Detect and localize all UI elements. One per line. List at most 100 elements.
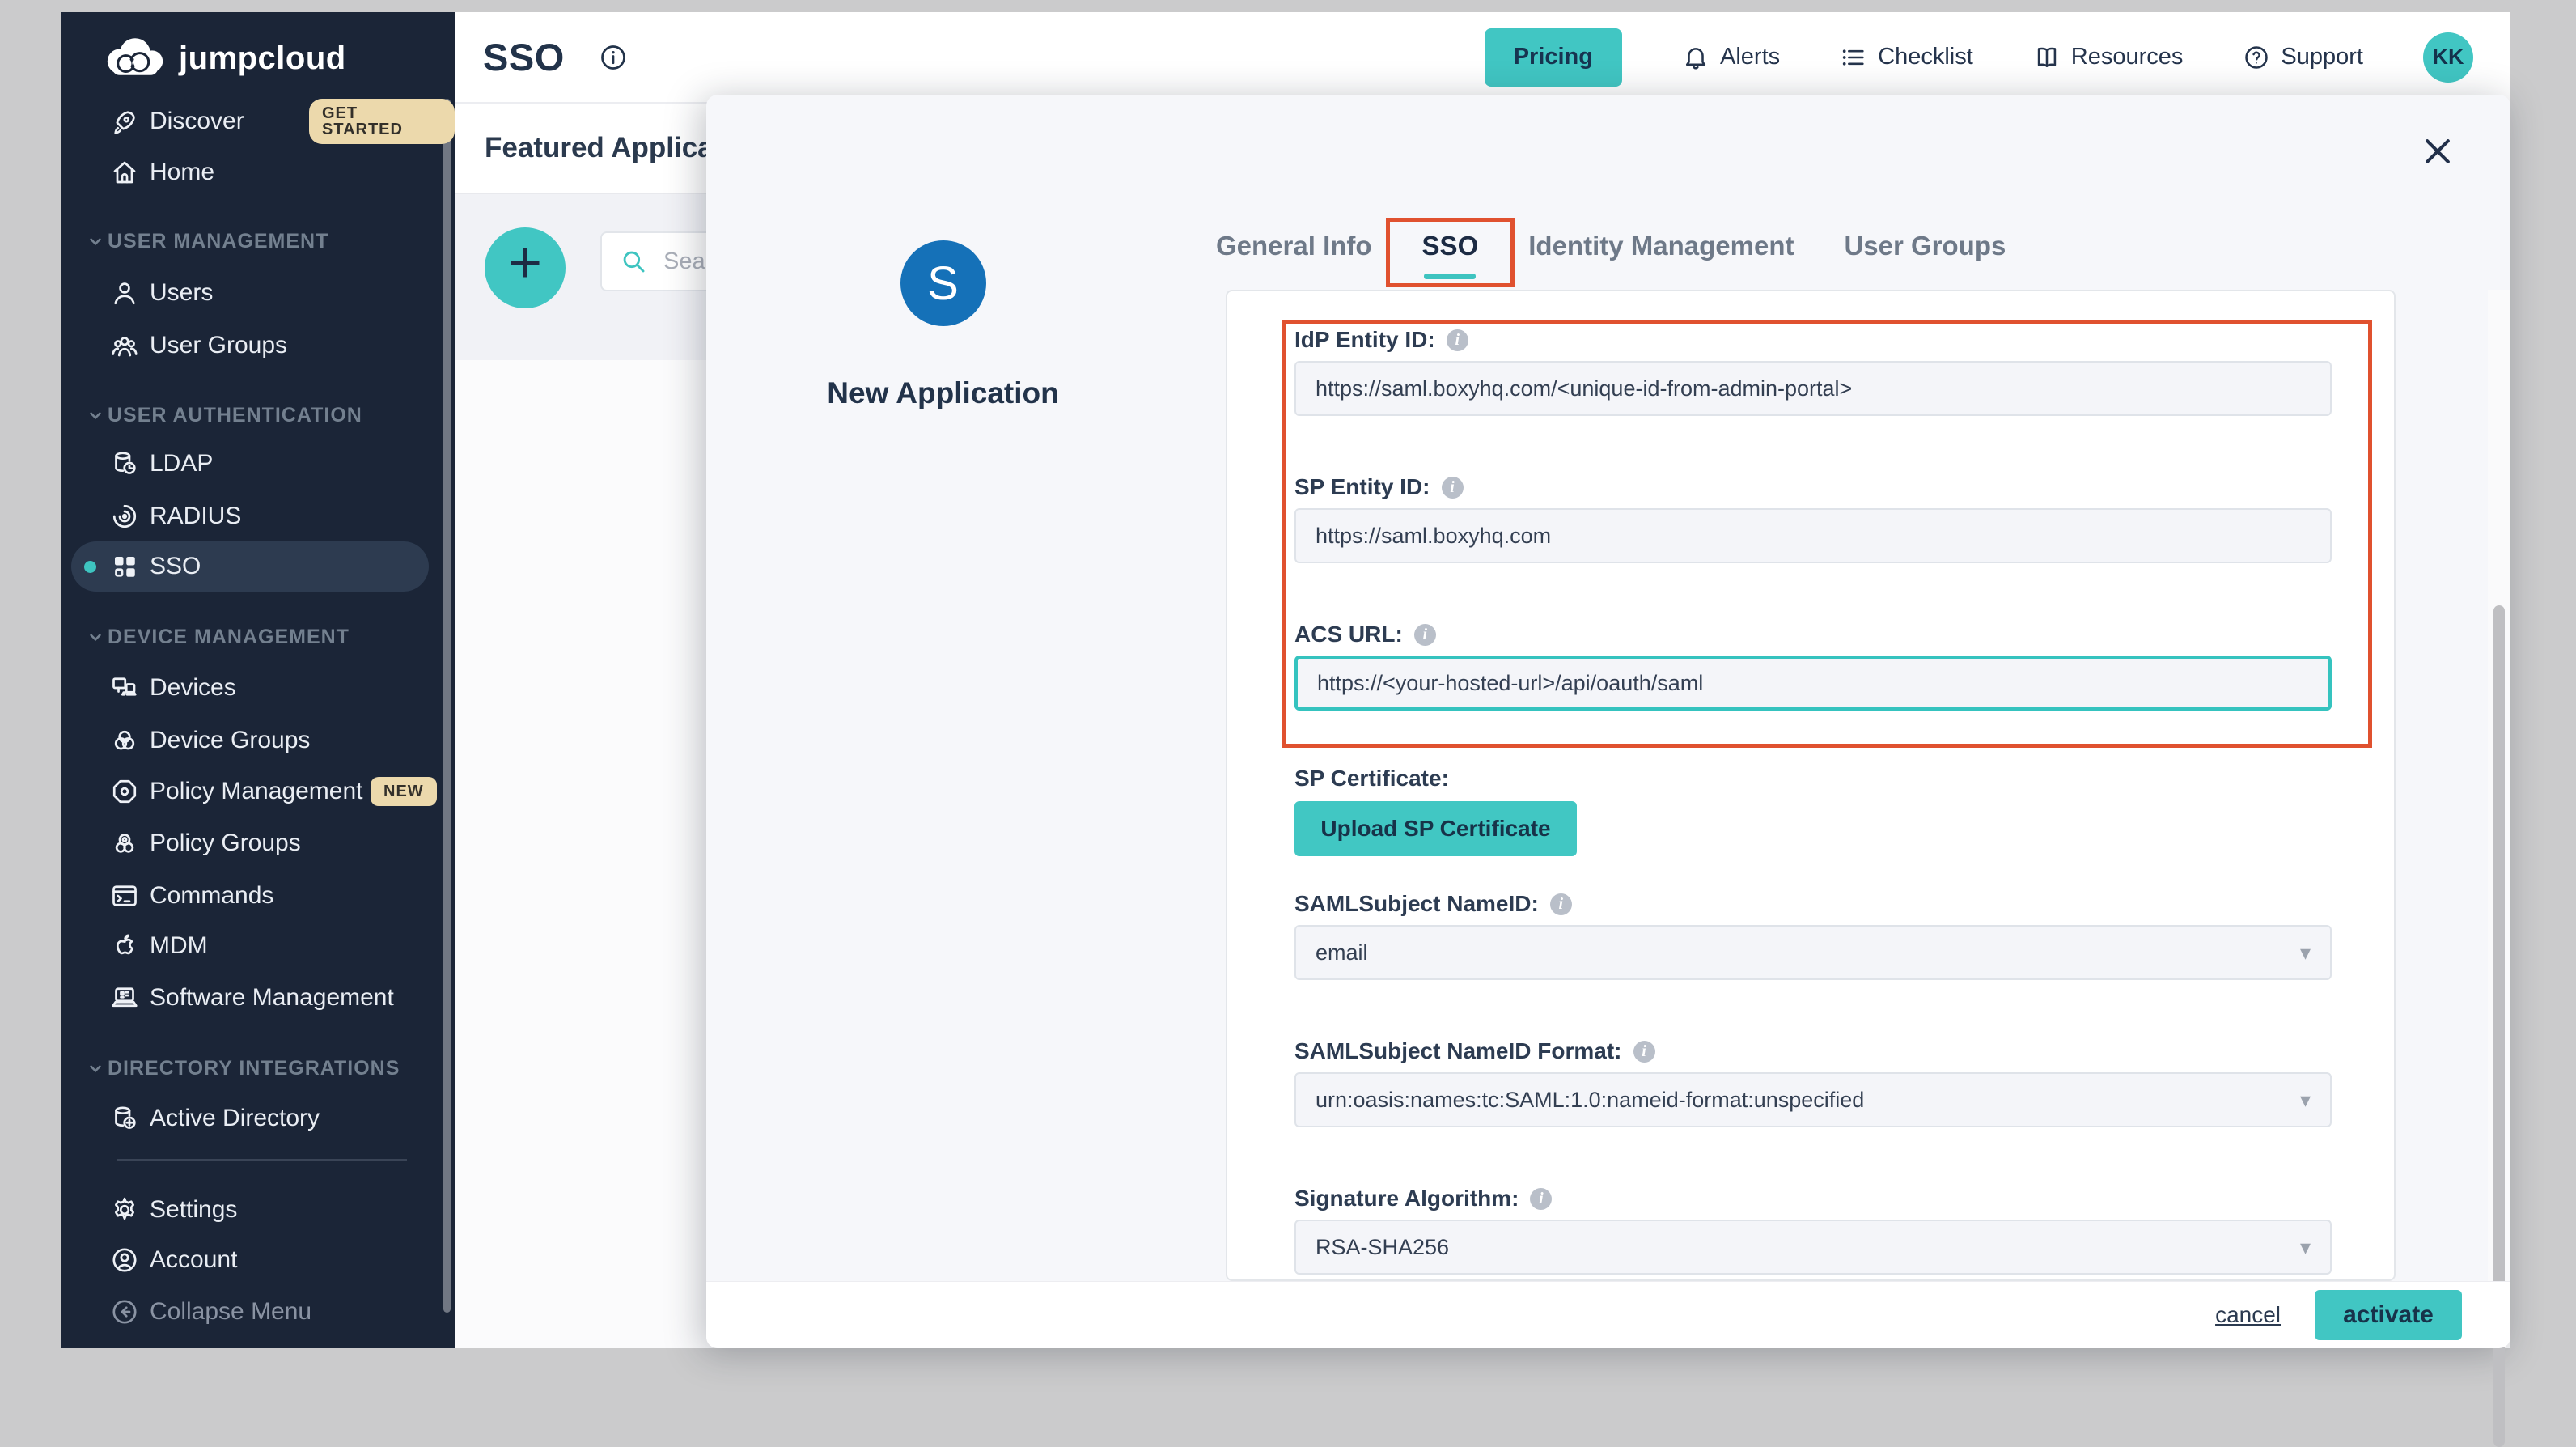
nameid-select[interactable]: email xyxy=(1294,925,2332,980)
field-label: SP Entity ID: i xyxy=(1294,471,2332,503)
field-label: SP Certificate: xyxy=(1294,762,2332,795)
user-avatar[interactable]: KK xyxy=(2423,32,2473,83)
checklist-button[interactable]: Checklist xyxy=(1840,44,1973,71)
chevron-down-icon xyxy=(85,626,106,647)
sp-certificate-group: SP Certificate: Upload SP Certificate xyxy=(1294,762,2332,856)
field-label: Signature Algorithm: i xyxy=(1294,1182,2332,1215)
sp-entity-id-group: SP Entity ID: i xyxy=(1294,471,2332,563)
apple-icon xyxy=(110,931,139,961)
sidebar-section-user-management[interactable]: USER MANAGEMENT xyxy=(61,221,455,261)
info-icon[interactable]: i xyxy=(1442,477,1464,499)
sidebar-item-mdm[interactable]: MDM xyxy=(61,921,455,971)
sso-grid-icon xyxy=(110,552,139,581)
info-icon[interactable] xyxy=(599,43,628,72)
info-icon[interactable]: i xyxy=(1530,1188,1552,1210)
sidebar-item-policy-management[interactable]: Policy Management NEW xyxy=(61,766,455,817)
close-button[interactable] xyxy=(2420,134,2455,169)
upload-sp-certificate-button[interactable]: Upload SP Certificate xyxy=(1294,801,1577,856)
page-title: SSO xyxy=(483,35,565,79)
samlsubject-nameid-group: SAMLSubject NameID: i email xyxy=(1294,888,2332,980)
cancel-link[interactable]: cancel xyxy=(2215,1302,2281,1328)
sp-entity-id-input[interactable] xyxy=(1294,508,2332,563)
support-button[interactable]: Support xyxy=(2243,44,2363,71)
info-icon[interactable]: i xyxy=(1633,1041,1655,1063)
tab-general-info[interactable]: General Info xyxy=(1216,231,1372,261)
header-actions: Pricing Alerts Checklist Resources Suppo… xyxy=(1485,28,2473,87)
alerts-label: Alerts xyxy=(1720,44,1780,70)
sidebar-item-account[interactable]: Account xyxy=(61,1235,455,1285)
account-person-icon xyxy=(110,1245,139,1275)
chevron-down-icon xyxy=(85,1058,106,1079)
policy-groups-icon xyxy=(110,829,139,858)
chevron-down-icon xyxy=(85,405,106,426)
rocket-icon xyxy=(110,107,139,136)
acs-url-input[interactable] xyxy=(1294,656,2332,711)
search-icon xyxy=(620,248,647,275)
modal-scrollbar-track[interactable] xyxy=(2488,290,2510,1281)
bell-icon xyxy=(1682,44,1710,71)
alerts-button[interactable]: Alerts xyxy=(1682,44,1780,71)
new-badge: NEW xyxy=(371,777,437,806)
sidebar-item-software-management[interactable]: Software Management xyxy=(61,973,455,1023)
info-icon[interactable]: i xyxy=(1414,624,1436,646)
field-label: ACS URL: i xyxy=(1294,618,2332,651)
pricing-button[interactable]: Pricing xyxy=(1485,28,1622,87)
sidebar-section-directory-integrations[interactable]: DIRECTORY INTEGRATIONS xyxy=(61,1048,455,1088)
sidebar-section-user-authentication[interactable]: USER AUTHENTICATION xyxy=(61,395,455,435)
sidebar-item-discover[interactable]: Discover GET STARTED xyxy=(61,96,455,146)
tab-user-groups[interactable]: User Groups xyxy=(1844,231,2006,261)
user-icon xyxy=(110,278,139,308)
idp-entity-id-group: IdP Entity ID: i xyxy=(1294,324,2332,416)
sidebar-item-home[interactable]: Home xyxy=(61,147,455,197)
modal-footer: cancel activate xyxy=(706,1281,2510,1348)
idp-entity-id-input[interactable] xyxy=(1294,361,2332,416)
acs-url-group: ACS URL: i xyxy=(1294,618,2332,711)
book-icon xyxy=(2033,44,2061,71)
sidebar-item-ldap[interactable]: LDAP xyxy=(61,439,455,489)
ldap-database-icon xyxy=(110,449,139,478)
new-application-modal: S New Application General Info SSO Ident… xyxy=(706,95,2510,1348)
signature-algorithm-select[interactable]: RSA-SHA256 xyxy=(1294,1220,2332,1275)
top-header: SSO Pricing Alerts Checklist Resources S… xyxy=(455,12,2510,104)
tab-identity-management[interactable]: Identity Management xyxy=(1528,231,1794,261)
resources-button[interactable]: Resources xyxy=(2033,44,2184,71)
activate-button[interactable]: activate xyxy=(2315,1290,2462,1340)
question-circle-icon xyxy=(2243,44,2270,71)
add-application-button[interactable] xyxy=(485,227,566,308)
sidebar-section-device-management[interactable]: DEVICE MANAGEMENT xyxy=(61,617,455,657)
sidebar-item-user-groups[interactable]: User Groups xyxy=(61,320,455,371)
collapse-arrow-icon xyxy=(110,1297,139,1326)
jumpcloud-logo: jumpcloud xyxy=(104,36,346,81)
nameid-format-select[interactable]: urn:oasis:names:tc:SAML:1.0:nameid-forma… xyxy=(1294,1072,2332,1127)
sidebar-item-collapse-menu[interactable]: Collapse Menu xyxy=(61,1287,455,1337)
sidebar-item-sso[interactable]: SSO xyxy=(61,541,455,592)
resources-label: Resources xyxy=(2071,44,2184,70)
modal-tabs: General Info SSO Identity Management Use… xyxy=(1216,231,2006,261)
sidebar-item-commands[interactable]: Commands xyxy=(61,871,455,921)
checklist-icon xyxy=(1840,44,1867,71)
info-icon[interactable]: i xyxy=(1550,893,1572,915)
sidebar-item-settings[interactable]: Settings xyxy=(61,1185,455,1235)
sidebar-item-device-groups[interactable]: Device Groups xyxy=(61,715,455,766)
terminal-icon xyxy=(110,881,139,910)
signature-algorithm-group: Signature Algorithm: i RSA-SHA256 xyxy=(1294,1182,2332,1275)
sidebar-item-radius[interactable]: RADIUS xyxy=(61,491,455,541)
home-icon xyxy=(110,158,139,187)
support-label: Support xyxy=(2281,44,2363,70)
info-icon[interactable]: i xyxy=(1447,329,1468,351)
app-window: jumpcloud Discover GET STARTED Home USER… xyxy=(61,12,2510,1348)
sidebar-item-active-directory[interactable]: Active Directory xyxy=(61,1093,455,1144)
tab-sso[interactable]: SSO xyxy=(1422,231,1479,261)
devices-icon xyxy=(110,673,139,702)
sidebar-item-users[interactable]: Users xyxy=(61,268,455,318)
sidebar: jumpcloud Discover GET STARTED Home USER… xyxy=(61,12,455,1348)
radius-radar-icon xyxy=(110,502,139,531)
sidebar-item-policy-groups[interactable]: Policy Groups xyxy=(61,818,455,868)
logo-wordmark: jumpcloud xyxy=(179,40,346,77)
sso-form-panel: IdP Entity ID: i SP Entity ID: i ACS URL… xyxy=(1226,290,2396,1281)
sidebar-item-devices[interactable]: Devices xyxy=(61,663,455,713)
dropdown-caret-icon xyxy=(2300,1237,2311,1258)
software-laptop-icon xyxy=(110,983,139,1012)
dropdown-caret-icon xyxy=(2300,1089,2311,1110)
get-started-badge: GET STARTED xyxy=(309,99,455,144)
